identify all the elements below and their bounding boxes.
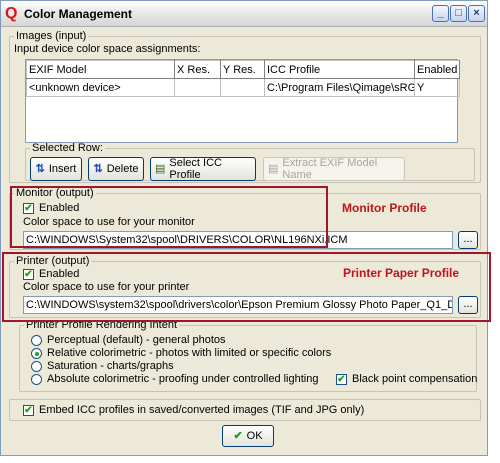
printer-highlight-box bbox=[2, 252, 491, 322]
minimize-button[interactable]: _ bbox=[432, 5, 449, 22]
checkmark-icon: ✔ bbox=[233, 429, 243, 442]
cell-enabled[interactable]: Y bbox=[414, 78, 460, 97]
embed-icc-checkbox[interactable]: ✔ Embed ICC profiles in saved/converted … bbox=[23, 404, 364, 416]
printer-paper-profile-annotation: Printer Paper Profile bbox=[343, 266, 460, 280]
delete-icon: ⇅ bbox=[93, 162, 103, 175]
intent-option-relative[interactable]: Relative colorimetric - photos with limi… bbox=[31, 347, 331, 359]
ok-label: OK bbox=[246, 430, 263, 442]
black-point-check[interactable]: ✔ bbox=[336, 373, 347, 385]
col-header-x-res[interactable]: X Res. bbox=[174, 60, 221, 79]
table-row[interactable]: <unknown device> C:\Program Files\Qimage… bbox=[26, 78, 460, 97]
intent-radio-relative[interactable] bbox=[31, 347, 42, 359]
intent-label-absolute: Absolute colorimetric - proofing under c… bbox=[47, 373, 319, 385]
intent-radio-perceptual[interactable] bbox=[31, 334, 42, 346]
exif-model-table[interactable]: EXIF Model X Res. Y Res. ICC Profile Ena… bbox=[25, 59, 460, 143]
qimage-app-icon: Q bbox=[5, 5, 18, 22]
delete-button[interactable]: ⇅ Delete bbox=[88, 157, 144, 181]
intent-option-absolute[interactable]: Absolute colorimetric - proofing under c… bbox=[31, 373, 318, 385]
intent-label-relative: Relative colorimetric - photos with limi… bbox=[47, 347, 332, 359]
col-header-exif-model[interactable]: EXIF Model bbox=[26, 60, 175, 79]
intent-option-saturation[interactable]: Saturation - charts/graphs bbox=[31, 360, 174, 372]
title-bar[interactable]: Q Color Management _ □ × bbox=[1, 1, 487, 27]
select-icc-label: Select ICC Profile bbox=[169, 157, 222, 181]
extract-icon: ▤ bbox=[268, 162, 279, 175]
intent-option-perceptual[interactable]: Perceptual (default) - general photos bbox=[31, 334, 226, 346]
cell-y-res[interactable] bbox=[220, 78, 265, 97]
cell-exif-model[interactable]: <unknown device> bbox=[26, 78, 175, 97]
table-header-row: EXIF Model X Res. Y Res. ICC Profile Ena… bbox=[26, 60, 460, 79]
window-title: Color Management bbox=[24, 7, 133, 21]
intent-radio-saturation[interactable] bbox=[31, 360, 42, 372]
insert-icon: ⇅ bbox=[35, 162, 45, 175]
extract-exif-model-button[interactable]: ▤ Extract EXIF Model Name bbox=[263, 157, 405, 181]
monitor-browse-button[interactable]: ... bbox=[458, 231, 478, 249]
intent-label-saturation: Saturation - charts/graphs bbox=[47, 360, 174, 372]
maximize-button[interactable]: □ bbox=[450, 5, 467, 22]
select-icc-profile-button[interactable]: ▤ Select ICC Profile bbox=[150, 157, 256, 181]
col-header-enabled[interactable]: Enabled bbox=[414, 60, 460, 79]
intent-radio-absolute[interactable] bbox=[31, 373, 42, 385]
col-header-icc-profile[interactable]: ICC Profile bbox=[264, 60, 415, 79]
insert-label: Insert bbox=[48, 163, 77, 175]
selected-row-legend: Selected Row: bbox=[32, 142, 103, 154]
black-point-compensation-checkbox[interactable]: ✔ Black point compensation bbox=[336, 373, 477, 385]
ok-button[interactable]: ✔ OK bbox=[222, 425, 274, 447]
cell-x-res[interactable] bbox=[174, 78, 221, 97]
embed-icc-check[interactable]: ✔ bbox=[23, 404, 34, 416]
images-description: Input device color space assignments: bbox=[14, 43, 201, 55]
embed-icc-label: Embed ICC profiles in saved/converted im… bbox=[39, 404, 365, 416]
icc-profile-icon: ▤ bbox=[155, 162, 166, 175]
images-input-legend: Images (input) bbox=[16, 30, 87, 42]
intent-label-perceptual: Perceptual (default) - general photos bbox=[47, 334, 226, 346]
black-point-label: Black point compensation bbox=[352, 373, 478, 385]
close-button[interactable]: × bbox=[468, 5, 485, 22]
monitor-profile-annotation: Monitor Profile bbox=[342, 201, 427, 215]
delete-label: Delete bbox=[106, 163, 139, 175]
col-header-y-res[interactable]: Y Res. bbox=[220, 60, 265, 79]
insert-button[interactable]: ⇅ Insert bbox=[30, 157, 82, 181]
extract-exif-label: Extract EXIF Model Name bbox=[282, 157, 378, 181]
monitor-highlight-box bbox=[10, 186, 328, 248]
cell-icc-profile[interactable]: C:\Program Files\Qimage\sRGB.icm bbox=[264, 78, 415, 97]
